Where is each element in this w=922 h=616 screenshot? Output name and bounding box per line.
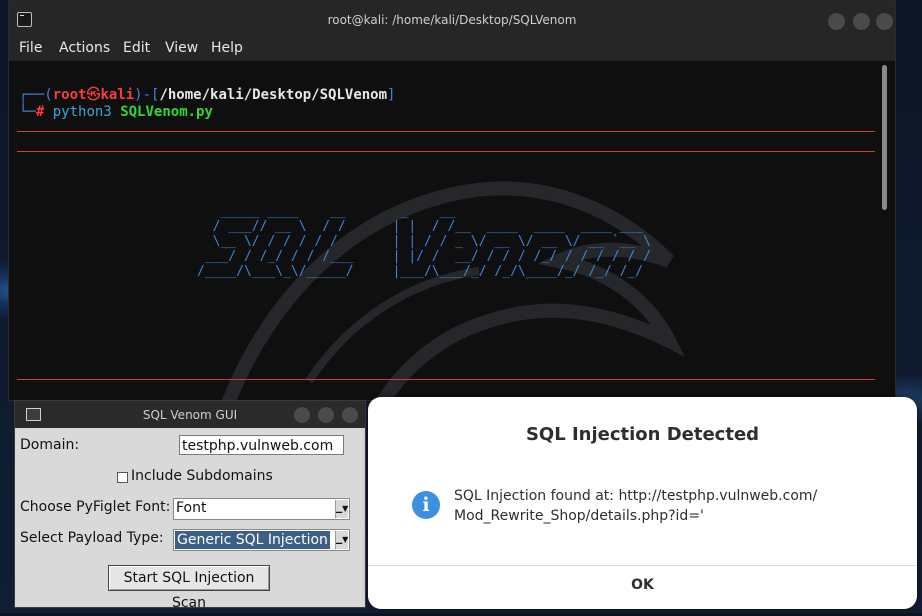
command-line: └─# python3 SQLVenom.py [19,104,213,120]
minimize-button[interactable] [294,407,310,423]
dropdown-arrow-icon[interactable]: ▁▼ [335,531,348,549]
banner-line: \__ \/ / / / / / | | / / _ \/ __ \/ __ \… [197,234,651,249]
prompt-open: ┌──( [19,87,53,103]
sqlvenom-gui-window[interactable]: SQL Venom GUI Domain: testphp.vulnweb.co… [14,400,366,611]
include-subdomains-label[interactable]: Include Subdomains [131,468,273,484]
menu-edit[interactable]: Edit [123,40,150,56]
font-dropdown[interactable]: Font ▁▼ [173,498,350,520]
minimize-button[interactable] [828,13,845,30]
domain-label: Domain: [20,437,80,453]
include-subdomains-checkbox[interactable] [117,472,128,483]
menu-file[interactable]: File [19,40,42,56]
payload-dropdown[interactable]: Generic SQL Injection ▁▼ [173,529,350,551]
dialog-message: Mod_Rewrite_Shop/details.php?id=' [454,508,704,524]
prompt-host: kali [100,87,135,103]
command-arg: SQLVenom.py [120,104,213,120]
sql-injection-dialog[interactable]: SQL Injection Detected i SQL Injection f… [368,397,917,609]
menu-view[interactable]: View [165,40,198,56]
terminal-scrollbar[interactable] [882,65,887,210]
prompt-line: ┌──(root㉿kali)-[/home/kali/Desktop/SQLVe… [19,84,395,104]
terminal-menubar: File Actions Edit View Help [9,37,895,61]
payload-dropdown-value: Generic SQL Injection [175,531,330,549]
maximize-button[interactable] [318,407,334,423]
red-divider [17,151,875,152]
dialog-message: SQL Injection found at: http://testphp.v… [454,488,818,504]
prompt-mid: )-[ [134,87,160,103]
prompt-path: /home/kali/Desktop/SQLVenom [159,87,388,103]
start-scan-button[interactable]: Start SQL Injection Scan [108,565,270,611]
red-divider [17,131,875,132]
banner-line: ___/ / /_/ / / /___ | |/ / __/ / / / /_/… [197,249,651,264]
prompt-user: root [52,87,87,103]
font-dropdown-value: Font [176,500,207,516]
dialog-title: SQL Injection Detected [525,424,760,445]
gui-title: SQL Venom GUI [142,408,238,422]
menu-help[interactable]: Help [211,40,243,56]
info-icon: i [412,491,440,519]
red-divider [17,379,875,380]
terminal-titlebar[interactable]: root@kali: /home/kali/Desktop/SQLVenom [9,1,895,37]
maximize-button[interactable] [853,13,870,30]
menu-actions[interactable]: Actions [59,40,110,56]
prompt-corner: └─ [19,104,36,120]
terminal-window[interactable]: root@kali: /home/kali/Desktop/SQLVenom F… [8,0,896,401]
ok-button[interactable]: OK [368,566,917,609]
prompt-skull-icon: ㉿ [86,87,101,103]
banner-line: /____/\___\_\/_____/ |___/\___/_/ /_/\__… [197,264,644,279]
sqlvenom-ascii-banner: _____ ____ __ _ __ / ___// __ \ / / | | … [197,204,651,279]
close-button[interactable] [876,13,893,30]
payload-label: Select Payload Type: [20,530,164,546]
domain-input[interactable]: testphp.vulnweb.com [179,435,344,455]
close-button[interactable] [342,407,358,423]
gui-titlebar[interactable]: SQL Venom GUI [15,401,365,428]
prompt-hash: # [35,104,45,120]
command-name: python3 [52,104,112,120]
terminal-title: root@kali: /home/kali/Desktop/SQLVenom [327,13,577,27]
banner-line: / ___// __ \ / / | | / /__ ____ ____ ___… [197,219,644,234]
dropdown-arrow-icon[interactable]: ▁▼ [335,500,348,518]
font-label: Choose PyFiglet Font: [20,499,171,515]
prompt-close: ] [387,87,396,103]
banner-line: _____ ____ __ _ __ [197,204,456,219]
